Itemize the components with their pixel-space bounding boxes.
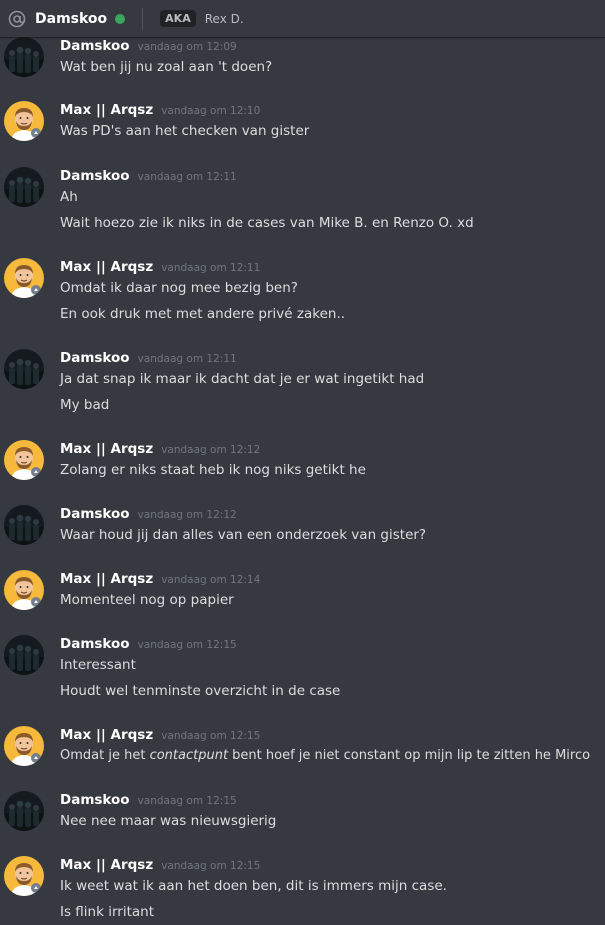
message-text: Interessant (60, 657, 136, 673)
avatar[interactable] (4, 258, 44, 298)
message-author[interactable]: Damskoo (60, 38, 130, 54)
message-author[interactable]: Damskoo (60, 168, 130, 184)
message-text: Wait hoezo zie ik niks in de cases van M… (60, 215, 474, 231)
message-text: Was PD's aan het checken van gister (60, 123, 310, 139)
message-text: Waar houd jij dan alles van een onderzoe… (60, 527, 427, 543)
at-icon (8, 10, 26, 28)
avatar[interactable] (4, 101, 44, 141)
message-timestamp: vandaag om 12:15 (161, 860, 261, 872)
message-text: Houdt wel tenminste overzicht in de case (60, 683, 341, 699)
channel-header: Damskoo AKA Rex D. (0, 0, 605, 37)
message-timestamp: vandaag om 12:15 (137, 639, 237, 651)
avatar[interactable] (4, 349, 44, 389)
message-text-emphasis: contactpunt (149, 748, 229, 763)
message-author[interactable]: Max || Arqsz (60, 571, 153, 587)
avatar[interactable] (4, 167, 44, 207)
message-author[interactable]: Damskoo (60, 792, 130, 808)
message-timestamp: vandaag om 12:09 (137, 41, 237, 53)
message-timestamp: vandaag om 12:15 (161, 730, 261, 742)
message-timestamp: vandaag om 12:11 (137, 353, 237, 365)
avatar[interactable] (4, 505, 44, 545)
message-text: Omdat je het contactpunt bent hoef je ni… (60, 747, 590, 765)
online-status-indicator (115, 13, 126, 24)
message-timestamp: vandaag om 12:12 (161, 444, 261, 456)
aka-name: Rex D. (204, 11, 244, 26)
message-text: Momenteel nog op papier (60, 592, 234, 608)
message-timestamp: vandaag om 12:11 (161, 262, 261, 274)
message-text-part: Omdat je het (60, 748, 150, 763)
message-text: Ja dat snap ik maar ik dacht dat je er w… (60, 371, 425, 387)
message-author[interactable]: Max || Arqsz (60, 441, 153, 457)
message-timestamp: vandaag om 12:11 (137, 171, 237, 183)
avatar[interactable] (4, 570, 44, 610)
message-author[interactable]: Max || Arqsz (60, 102, 153, 118)
message-text: Omdat ik daar nog mee bezig ben? (60, 280, 298, 296)
avatar[interactable] (4, 37, 44, 77)
message-text: Is flink irritant (60, 904, 155, 920)
message-text: Nee nee maar was nieuwsgierig (60, 813, 277, 829)
message-author[interactable]: Damskoo (60, 350, 130, 366)
message-author[interactable]: Damskoo (60, 506, 130, 522)
message-timestamp: vandaag om 12:15 (137, 795, 237, 807)
dm-username[interactable]: Damskoo (35, 11, 107, 27)
message-text: Zolang er niks staat heb ik nog niks get… (60, 462, 366, 478)
message-text: My bad (60, 397, 110, 413)
avatar[interactable] (4, 635, 44, 675)
message-text-part: bent hoef je niet constant op mijn lip t… (228, 748, 591, 763)
message-text: Wat ben jij nu zoal aan 't doen? (60, 59, 273, 75)
message-author[interactable]: Max || Arqsz (60, 857, 153, 873)
message-timestamp: vandaag om 12:10 (161, 105, 261, 117)
message-list: Damskoo vandaag om 12:09 Wat ben jij nu z… (0, 0, 605, 925)
avatar[interactable] (4, 791, 44, 831)
avatar[interactable] (4, 726, 44, 766)
avatar[interactable] (4, 440, 44, 480)
avatar[interactable] (4, 856, 44, 896)
aka-badge: AKA (160, 10, 196, 27)
message-text: Ah (60, 189, 78, 205)
header-divider (142, 7, 144, 30)
message-timestamp: vandaag om 12:14 (161, 574, 261, 586)
message-timestamp: vandaag om 12:12 (137, 509, 237, 521)
message-author[interactable]: Damskoo (60, 636, 130, 652)
message-text: Ik weet wat ik aan het doen ben, dit is … (60, 878, 447, 894)
message-author[interactable]: Max || Arqsz (60, 727, 153, 743)
message-author[interactable]: Max || Arqsz (60, 259, 153, 275)
message-text: En ook druk met met andere privé zaken.. (60, 306, 346, 322)
